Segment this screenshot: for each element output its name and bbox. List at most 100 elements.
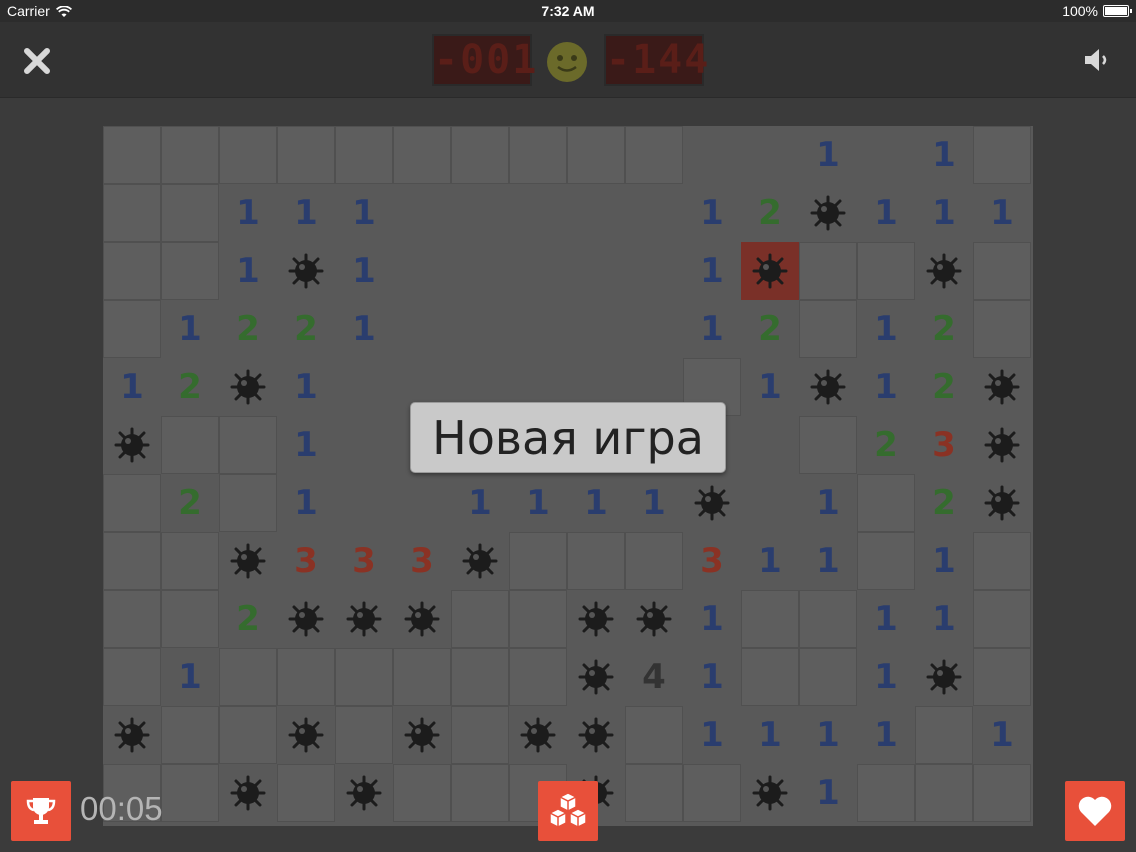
- board-cell[interactable]: [161, 764, 219, 822]
- board-cell[interactable]: [509, 648, 567, 706]
- board-cell[interactable]: [857, 126, 915, 184]
- board-cell[interactable]: [277, 764, 335, 822]
- board-cell[interactable]: 1: [277, 474, 335, 532]
- board-cell[interactable]: [277, 242, 335, 300]
- board-cell[interactable]: 1: [219, 242, 277, 300]
- board-cell[interactable]: [161, 416, 219, 474]
- board-cell[interactable]: [915, 648, 973, 706]
- minefield-board[interactable]: 1111112111111122112121211121232111111233…: [103, 126, 1033, 826]
- board-cell[interactable]: [741, 764, 799, 822]
- board-cell[interactable]: [799, 358, 857, 416]
- board-cell[interactable]: 2: [219, 300, 277, 358]
- board-cell[interactable]: 1: [567, 474, 625, 532]
- board-cell[interactable]: [103, 300, 161, 358]
- board-cell[interactable]: [625, 590, 683, 648]
- board-cell[interactable]: [161, 532, 219, 590]
- board-cell[interactable]: [567, 706, 625, 764]
- board-cell[interactable]: [799, 242, 857, 300]
- board-cell[interactable]: [103, 184, 161, 242]
- board-cell[interactable]: [857, 764, 915, 822]
- board-cell[interactable]: [973, 126, 1031, 184]
- board-cell[interactable]: [161, 184, 219, 242]
- board-cell[interactable]: [567, 184, 625, 242]
- board-cell[interactable]: [625, 706, 683, 764]
- board-cell[interactable]: 1: [103, 358, 161, 416]
- smiley-face-button[interactable]: [545, 40, 589, 84]
- board-cell[interactable]: [625, 300, 683, 358]
- board-cell[interactable]: 3: [335, 532, 393, 590]
- board-cell[interactable]: [567, 648, 625, 706]
- board-cell[interactable]: 2: [741, 300, 799, 358]
- board-cell[interactable]: 1: [451, 474, 509, 532]
- board-cell[interactable]: 2: [741, 184, 799, 242]
- board-cell[interactable]: [741, 126, 799, 184]
- board-cell[interactable]: [161, 590, 219, 648]
- board-cell[interactable]: [335, 764, 393, 822]
- board-cell[interactable]: [741, 242, 799, 300]
- board-cell[interactable]: [219, 416, 277, 474]
- board-cell[interactable]: [103, 126, 161, 184]
- board-cell[interactable]: [509, 300, 567, 358]
- board-cell[interactable]: [683, 474, 741, 532]
- sound-button[interactable]: [1078, 40, 1118, 80]
- board-cell[interactable]: [973, 416, 1031, 474]
- board-cell[interactable]: 2: [915, 474, 973, 532]
- board-cell[interactable]: [335, 358, 393, 416]
- board-cell[interactable]: 1: [509, 474, 567, 532]
- board-cell[interactable]: 1: [335, 300, 393, 358]
- board-cell[interactable]: 1: [857, 358, 915, 416]
- board-cell[interactable]: 1: [857, 648, 915, 706]
- board-cell[interactable]: [567, 532, 625, 590]
- board-cell[interactable]: 1: [799, 532, 857, 590]
- board-cell[interactable]: [857, 474, 915, 532]
- board-cell[interactable]: 1: [857, 706, 915, 764]
- board-cell[interactable]: 1: [915, 126, 973, 184]
- board-cell[interactable]: 1: [335, 242, 393, 300]
- board-cell[interactable]: [103, 532, 161, 590]
- board-cell[interactable]: [625, 242, 683, 300]
- board-cell[interactable]: [451, 648, 509, 706]
- board-cell[interactable]: 1: [741, 706, 799, 764]
- board-cell[interactable]: 1: [277, 416, 335, 474]
- board-cell[interactable]: [277, 706, 335, 764]
- board-cell[interactable]: [219, 764, 277, 822]
- board-cell[interactable]: [335, 706, 393, 764]
- board-cell[interactable]: 1: [741, 532, 799, 590]
- board-cell[interactable]: 3: [915, 416, 973, 474]
- board-cell[interactable]: [683, 764, 741, 822]
- board-cell[interactable]: 2: [161, 358, 219, 416]
- board-cell[interactable]: 3: [393, 532, 451, 590]
- board-cell[interactable]: [219, 648, 277, 706]
- board-cell[interactable]: [567, 590, 625, 648]
- board-cell[interactable]: [799, 648, 857, 706]
- board-cell[interactable]: [335, 590, 393, 648]
- board-cell[interactable]: [973, 242, 1031, 300]
- board-cell[interactable]: [509, 126, 567, 184]
- board-cell[interactable]: [161, 242, 219, 300]
- board-cell[interactable]: [741, 590, 799, 648]
- board-cell[interactable]: 1: [973, 184, 1031, 242]
- board-cell[interactable]: 1: [799, 764, 857, 822]
- board-cell[interactable]: 1: [683, 242, 741, 300]
- board-cell[interactable]: [219, 474, 277, 532]
- board-cell[interactable]: 1: [219, 184, 277, 242]
- board-cell[interactable]: 1: [915, 532, 973, 590]
- board-cell[interactable]: [509, 590, 567, 648]
- board-cell[interactable]: 3: [277, 532, 335, 590]
- board-cell[interactable]: 1: [683, 300, 741, 358]
- board-cell[interactable]: [973, 764, 1031, 822]
- board-cell[interactable]: 1: [161, 648, 219, 706]
- board-cell[interactable]: [393, 184, 451, 242]
- board-cell[interactable]: [103, 416, 161, 474]
- board-cell[interactable]: 1: [915, 590, 973, 648]
- board-cell[interactable]: [161, 706, 219, 764]
- new-game-button[interactable]: Новая игра: [410, 402, 726, 473]
- board-cell[interactable]: 3: [683, 532, 741, 590]
- board-cell[interactable]: 2: [277, 300, 335, 358]
- board-cell[interactable]: [451, 242, 509, 300]
- board-cell[interactable]: [335, 648, 393, 706]
- game-mode-button[interactable]: [538, 781, 598, 841]
- board-cell[interactable]: [277, 648, 335, 706]
- board-cell[interactable]: [393, 300, 451, 358]
- board-cell[interactable]: [509, 706, 567, 764]
